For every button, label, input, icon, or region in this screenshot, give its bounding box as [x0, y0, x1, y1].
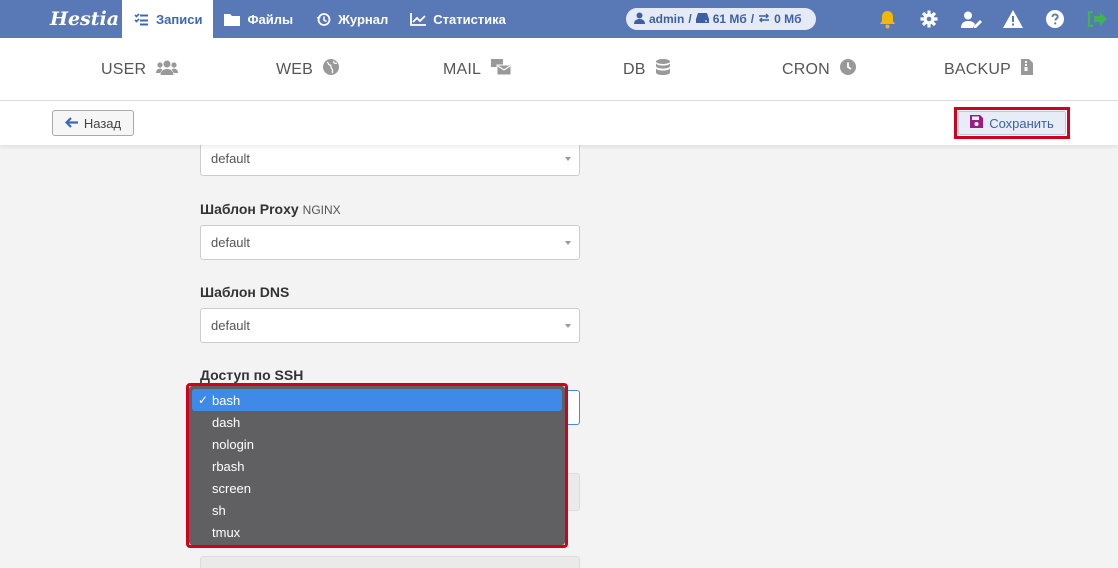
tab-backup[interactable]: BACKUP: [944, 38, 1033, 101]
proxy-template-sublabel: NGINX: [302, 203, 341, 217]
web-template-select[interactable]: default: [200, 141, 580, 176]
proxy-template-label: Шаблон Proxy NGINX: [200, 201, 341, 217]
notifications-bell-icon[interactable]: [866, 0, 908, 38]
proxy-template-select[interactable]: default: [200, 225, 580, 260]
topnav-files[interactable]: Файлы: [213, 0, 304, 38]
user-icon: [634, 12, 645, 27]
topnav-log-label: Журнал: [338, 11, 389, 27]
disk-usage: 61 Мб: [712, 12, 747, 26]
folder-icon: [224, 11, 241, 27]
back-button[interactable]: Назад: [52, 110, 134, 136]
warning-icon[interactable]: [992, 0, 1034, 38]
tab-web[interactable]: WEB: [276, 38, 340, 101]
tab-cron-label: CRON: [782, 60, 830, 78]
user-name: admin: [649, 12, 685, 26]
ssh-access-label: Доступ по SSH: [200, 367, 304, 383]
bandwidth-usage: 0 Мб: [774, 12, 802, 26]
dns-template-label: Шаблон DNS: [200, 284, 290, 300]
tab-mail[interactable]: MAIL: [443, 38, 512, 101]
separator: /: [688, 12, 692, 26]
topnav-records[interactable]: Записи: [122, 0, 214, 38]
list-check-icon: [133, 11, 149, 27]
proxy-template-value: default: [211, 235, 251, 250]
user-stats-pill[interactable]: admin / 61 Мб / 0 Мб: [626, 8, 816, 30]
topnav-log[interactable]: Журнал: [304, 0, 399, 38]
caret-down-icon: [565, 324, 571, 328]
tab-user[interactable]: USER: [101, 38, 179, 101]
dns-template-value: default: [211, 318, 251, 333]
users-icon: [156, 60, 179, 80]
floppy-disk-icon: [970, 115, 984, 131]
tab-db[interactable]: DB: [623, 38, 670, 101]
proxy-template-label-text: Шаблон Proxy: [200, 201, 299, 217]
tab-mail-label: MAIL: [443, 60, 482, 78]
mail-bulk-icon: [491, 59, 512, 80]
exchange-icon: [758, 12, 770, 26]
gear-icon[interactable]: [908, 0, 950, 38]
logout-icon[interactable]: [1076, 0, 1118, 38]
save-button[interactable]: Сохранить: [958, 111, 1066, 135]
top-nav: Записи Файлы Журнал Статистика: [122, 0, 517, 38]
top-right-icons: [866, 0, 1118, 38]
topnav-stats-label: Статистика: [433, 11, 506, 27]
disabled-field: [200, 556, 580, 568]
database-icon: [655, 59, 670, 80]
help-icon[interactable]: [1034, 0, 1076, 38]
logo[interactable]: Hestia: [0, 0, 122, 38]
separator: /: [750, 12, 755, 26]
user-edit-icon[interactable]: [950, 0, 992, 38]
hdd-icon: [695, 12, 709, 26]
top-bar: Hestia Записи Файлы Журнал Статистика ad…: [0, 0, 1118, 38]
back-button-label: Назад: [83, 115, 122, 131]
clock-icon: [839, 59, 856, 80]
history-icon: [315, 11, 331, 27]
arrow-left-icon: [64, 116, 78, 131]
action-toolbar: Назад Сохранить: [0, 101, 1118, 145]
section-tabs: USER WEB MAIL DB CRON BACKUP: [0, 38, 1118, 101]
topnav-records-label: Записи: [156, 11, 203, 27]
tab-user-label: USER: [101, 60, 147, 78]
dns-template-select[interactable]: default: [200, 308, 580, 343]
topnav-files-label: Файлы: [247, 11, 294, 27]
chart-line-icon: [410, 11, 427, 27]
globe-icon: [323, 59, 340, 80]
file-zip-icon: [1021, 59, 1033, 80]
tab-web-label: WEB: [276, 60, 314, 78]
topnav-stats[interactable]: Статистика: [399, 0, 517, 38]
tab-db-label: DB: [623, 60, 646, 78]
dropdown-highlight-outline: [186, 383, 568, 548]
caret-down-icon: [565, 241, 571, 245]
tab-cron[interactable]: CRON: [782, 38, 856, 101]
caret-down-icon: [565, 157, 571, 161]
tab-backup-label: BACKUP: [944, 60, 1011, 78]
web-template-value: default: [211, 151, 251, 166]
save-button-label: Сохранить: [989, 115, 1054, 131]
